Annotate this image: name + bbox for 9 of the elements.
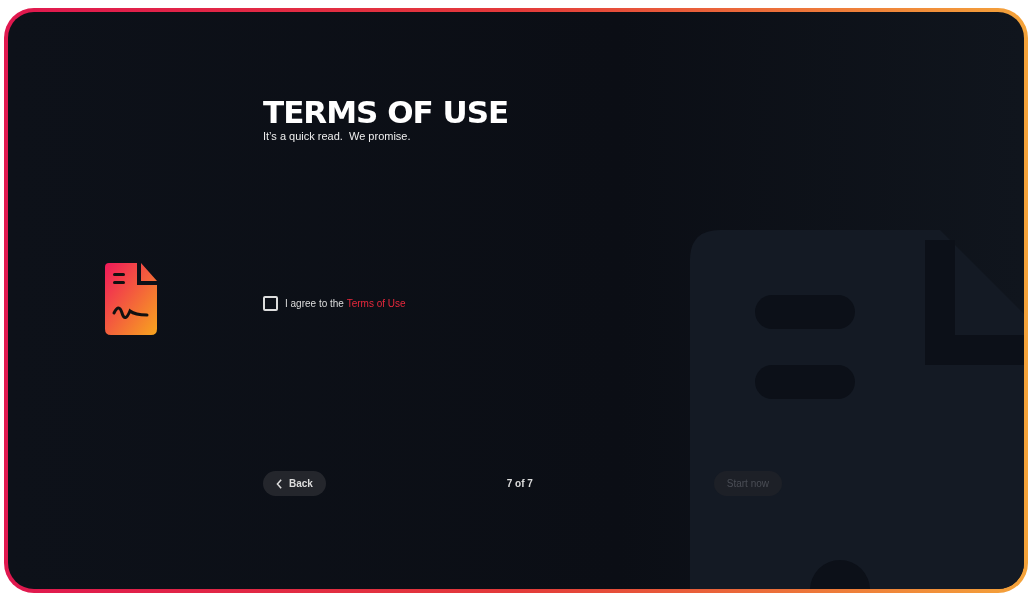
agree-checkbox[interactable] — [263, 296, 278, 311]
page-title: TERMS OF USE — [263, 94, 509, 130]
page-subtitle: It’s a quick read. We promise. — [263, 130, 411, 142]
page-counter: 7 of 7 — [506, 478, 533, 489]
chevron-left-icon — [276, 478, 283, 489]
agree-label: I agree to the — [285, 298, 345, 309]
signed-document-icon — [104, 262, 157, 335]
back-button[interactable]: Back — [263, 471, 326, 496]
terms-link[interactable]: Terms of Use — [346, 298, 406, 309]
